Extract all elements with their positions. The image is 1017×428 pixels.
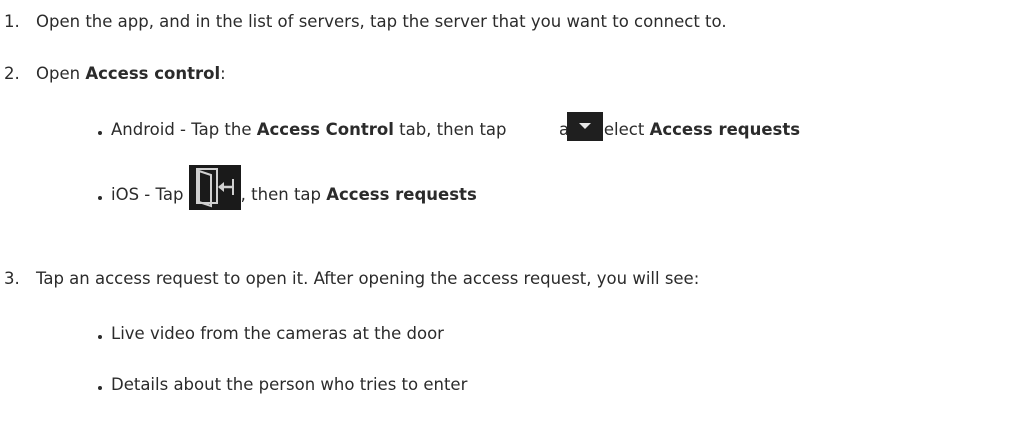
step-text: : xyxy=(220,64,226,83)
step-2: 2. Open Access control: xyxy=(0,63,226,85)
step-number: 3. xyxy=(4,269,20,288)
bullet-bold-text: Access requests xyxy=(326,185,477,204)
bullet-text: Android - Tap the xyxy=(111,120,257,139)
step-text: Open xyxy=(36,64,86,83)
bullet-bold-text: Access Control xyxy=(256,120,394,139)
step-number: 2. xyxy=(4,64,20,83)
step-1: 1. Open the app, and in the list of serve… xyxy=(0,11,727,33)
bullet-dot xyxy=(98,335,102,339)
bullet-text: Details about the person who tries to en… xyxy=(111,375,468,394)
bullet-live-video: Live video from the cameras at the door xyxy=(98,323,444,345)
dropdown-arrow-icon xyxy=(567,112,603,141)
bullet-android: Android - Tap the Access Control tab, th… xyxy=(98,119,801,141)
bullet-dot xyxy=(98,131,102,135)
step-text: Open the app, and in the list of servers… xyxy=(36,12,727,31)
bullet-dot xyxy=(98,196,102,200)
step-bold-text: Access control xyxy=(85,64,221,83)
bullet-text: Live video from the cameras at the door xyxy=(111,324,444,343)
step-3: 3. Tap an access request to open it. Afte… xyxy=(0,268,699,290)
step-text: Tap an access request to open it. After … xyxy=(36,269,700,288)
bullet-ios: iOS - Tap , then tap Access requests xyxy=(98,184,477,206)
bullet-text: tab, then tap xyxy=(393,120,512,139)
step-number: 1. xyxy=(4,12,20,31)
bullet-dot xyxy=(98,386,102,390)
bullet-text: , then tap xyxy=(240,185,327,204)
bullet-bold-text: Access requests xyxy=(649,120,801,139)
bullet-text: iOS - Tap xyxy=(111,185,189,204)
bullet-person-details: Details about the person who tries to en… xyxy=(98,374,468,396)
door-exit-icon xyxy=(189,165,241,210)
